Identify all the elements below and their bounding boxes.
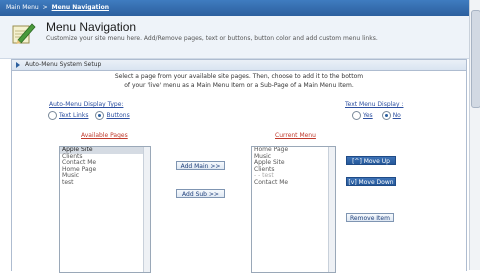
pencil-notepad-icon <box>12 23 36 44</box>
radio-buttons-label: Buttons <box>106 112 130 119</box>
breadcrumb-current[interactable]: Menu Navigation <box>52 4 109 11</box>
page-header: Menu Navigation Customize your site menu… <box>0 16 469 59</box>
section-title: Auto-Menu System Setup <box>25 61 102 68</box>
list-item[interactable]: test <box>60 179 150 187</box>
intro-line-1: Select a page from your available site p… <box>114 73 364 80</box>
text-display-group: Yes No <box>352 111 401 120</box>
list-scrollbar[interactable] <box>328 147 335 272</box>
add-sub-button[interactable]: Add Sub >> <box>176 189 225 198</box>
breadcrumb-separator: > <box>42 4 48 11</box>
expand-arrow-icon <box>16 62 20 68</box>
remove-item-button[interactable]: Remove Item <box>346 213 394 222</box>
list-scrollbar[interactable] <box>143 147 150 272</box>
section-header[interactable]: Auto-Menu System Setup <box>12 60 466 71</box>
radio-buttons[interactable] <box>95 111 105 120</box>
display-type-label: Auto-Menu Display Type: <box>49 101 124 108</box>
intro-text: Select a page from your available site p… <box>12 72 466 90</box>
available-pages-list[interactable]: Apple Site Clients Contact Me Home Page … <box>59 146 151 273</box>
radio-text-links-label: Text Links <box>59 112 89 119</box>
available-pages-header: Available Pages <box>81 132 128 139</box>
radio-no-label: No <box>392 112 401 119</box>
breadcrumb-root[interactable]: Main Menu <box>6 4 39 11</box>
text-display-label: Text Menu Display : <box>345 101 404 108</box>
list-item[interactable]: Contact Me <box>252 179 335 187</box>
page-title: Menu Navigation <box>46 20 137 34</box>
current-menu-header: Current Menu <box>275 132 316 139</box>
setup-panel: Auto-Menu System Setup Select a page fro… <box>11 59 467 273</box>
display-type-group: Text Links Buttons <box>48 111 130 120</box>
current-menu-list[interactable]: Home Page Music Apple Site Clients - - t… <box>251 146 336 273</box>
page-description: Customize your site menu here. Add/Remov… <box>46 35 378 42</box>
radio-text-links[interactable] <box>48 111 57 120</box>
page-scrollbar[interactable] <box>469 0 480 270</box>
scrollbar-thumb[interactable] <box>471 10 480 108</box>
radio-no[interactable] <box>381 111 391 120</box>
add-main-button[interactable]: Add Main >> <box>176 161 225 170</box>
intro-line-2: of your 'live' menu as a Main Menu Item … <box>124 82 354 89</box>
radio-yes[interactable] <box>352 111 361 120</box>
move-up-button[interactable]: [^] Move Up <box>346 156 396 165</box>
move-down-button[interactable]: [v] Move Down <box>346 177 396 186</box>
breadcrumb: Main Menu > Menu Navigation <box>0 0 469 16</box>
radio-yes-label: Yes <box>363 112 373 119</box>
